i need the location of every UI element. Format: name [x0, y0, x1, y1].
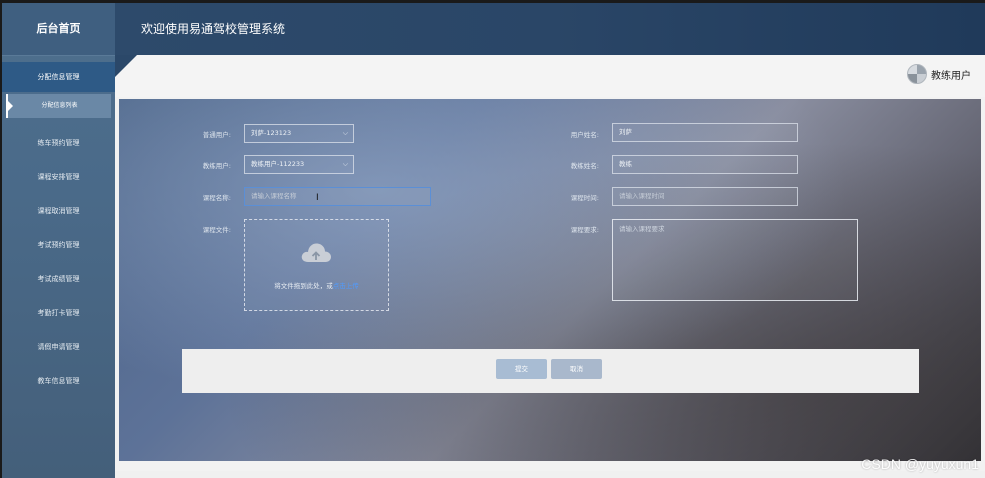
- course-name-input[interactable]: 请输入课程名称: [244, 187, 431, 206]
- sidebar-subitem-assignment-list[interactable]: 分配信息列表: [6, 94, 111, 118]
- sidebar-subitem-label: 分配信息列表: [41, 102, 78, 109]
- cancel-button[interactable]: 取消: [551, 359, 602, 379]
- user-name-input[interactable]: 刘萨: [612, 123, 798, 142]
- sub-toolbar: 教练用户: [115, 55, 985, 97]
- active-indicator-icon: [7, 100, 13, 112]
- coach-select-value: 教练用户-112233: [251, 160, 305, 168]
- sidebar-item-practice-booking[interactable]: 练车预约管理: [2, 126, 115, 160]
- coach-name-value: 教练: [619, 160, 632, 168]
- sidebar-menu: 分配信息管理 分配信息列表 练车预约管理 课程安排管理 课程取消管理 考试预约管…: [2, 62, 115, 398]
- sidebar: 后台首页 分配信息管理 分配信息列表 练车预约管理 课程安排管理 课程取消管理 …: [2, 3, 115, 478]
- watermark: CSDN @yuyuxun1: [861, 456, 979, 472]
- course-time-input[interactable]: 请输入课程时间: [612, 187, 798, 206]
- course-requirement-placeholder: 请输入课程要求: [619, 225, 665, 233]
- fold-corner-icon[interactable]: [115, 55, 137, 77]
- user-select[interactable]: 刘萨-123123 ⌵: [244, 124, 354, 143]
- user-select-value: 刘萨-123123: [251, 129, 292, 137]
- page-title: 欢迎使用易通驾校管理系统: [141, 22, 286, 36]
- course-time-label: 课程时间:: [570, 194, 599, 202]
- sidebar-item-assignment-management[interactable]: 分配信息管理: [2, 62, 115, 92]
- sidebar-item-course-schedule[interactable]: 课程安排管理: [2, 160, 115, 194]
- course-time-placeholder: 请输入课程时间: [619, 192, 665, 200]
- user-name[interactable]: 教练用户: [931, 67, 971, 82]
- text-cursor-icon: I: [316, 193, 319, 203]
- course-name-label: 课程名称:: [202, 194, 231, 202]
- sidebar-item-course-cancel[interactable]: 课程取消管理: [2, 194, 115, 228]
- upload-link[interactable]: 点击上传: [333, 282, 359, 290]
- sidebar-item-attendance[interactable]: 考勤打卡管理: [2, 296, 115, 330]
- header: 欢迎使用易通驾校管理系统: [115, 3, 985, 55]
- coach-name-input[interactable]: 教练: [612, 155, 798, 174]
- chevron-down-icon: ⌵: [342, 160, 348, 168]
- course-file-label: 课程文件:: [202, 226, 231, 234]
- upload-hint-text: 将文件拖到此处，或: [274, 282, 333, 290]
- upload-hint: 将文件拖到此处，或点击上传: [245, 280, 388, 290]
- bottom-edge: [115, 471, 985, 478]
- user-menu[interactable]: 教练用户: [907, 63, 971, 85]
- coach-name-label: 教练姓名:: [570, 162, 599, 170]
- coach-label: 教练用户:: [202, 162, 231, 170]
- user-name-value: 刘萨: [619, 128, 632, 136]
- main-form-panel: 普通用户: 刘萨-123123 ⌵ 教练用户: 教练用户-112233 ⌵ 课程…: [119, 99, 981, 461]
- chevron-down-icon: ⌵: [342, 129, 348, 137]
- user-label: 普通用户:: [202, 131, 231, 139]
- cloud-upload-icon: [301, 243, 331, 262]
- menu-spacer: [2, 118, 115, 126]
- form-action-bar: 提交 取消: [182, 349, 919, 393]
- sidebar-item-vehicle-info[interactable]: 教车信息管理: [2, 364, 115, 398]
- sidebar-item-leave-request[interactable]: 请假申请管理: [2, 330, 115, 364]
- course-requirement-label: 课程要求:: [570, 226, 599, 234]
- file-upload-dropzone[interactable]: 将文件拖到此处，或点击上传: [244, 219, 389, 311]
- coach-select[interactable]: 教练用户-112233 ⌵: [244, 155, 354, 174]
- avatar[interactable]: [907, 64, 927, 84]
- course-name-placeholder: 请输入课程名称: [251, 192, 297, 200]
- sidebar-item-exam-booking[interactable]: 考试预约管理: [2, 228, 115, 262]
- submit-button[interactable]: 提交: [496, 359, 547, 379]
- user-name-label: 用户姓名:: [570, 131, 599, 139]
- course-requirement-textarea[interactable]: 请输入课程要求: [612, 219, 858, 301]
- sidebar-item-exam-scores[interactable]: 考试成绩管理: [2, 262, 115, 296]
- sidebar-home-title[interactable]: 后台首页: [2, 3, 115, 56]
